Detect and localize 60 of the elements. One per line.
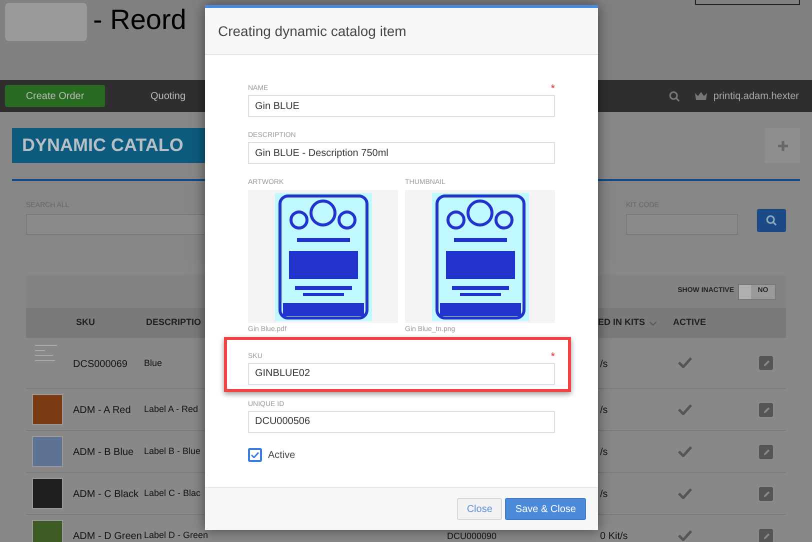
table-cell-text: /s xyxy=(600,446,608,460)
pencil-icon xyxy=(762,448,770,456)
column-header: ACTIVE xyxy=(673,316,706,330)
page-title: DYNAMIC CATALO xyxy=(22,134,184,157)
table-cell-text: DCS000069 xyxy=(73,358,128,372)
checkmark-icon xyxy=(678,488,692,499)
pencil-icon xyxy=(762,490,770,498)
crown-icon xyxy=(694,91,708,101)
checkbox[interactable] xyxy=(248,448,262,462)
edit-button[interactable] xyxy=(759,403,773,417)
edit-button[interactable] xyxy=(759,356,773,370)
chevron-down-icon xyxy=(649,320,658,326)
search-icon xyxy=(766,215,777,226)
table-cell-text: /s xyxy=(600,358,608,372)
nav-button[interactable]: Create Order xyxy=(5,85,105,107)
user-name[interactable]: printiq.adam.hexter xyxy=(713,88,799,104)
edit-button[interactable] xyxy=(759,487,773,501)
close-button[interactable]: Close xyxy=(456,498,502,520)
search-icon[interactable] xyxy=(669,90,680,102)
checkmark-icon xyxy=(678,404,692,415)
table-cell-text: Label C - Blac xyxy=(144,487,201,500)
search-button[interactable] xyxy=(757,209,786,232)
save-button[interactable]: Save & Close xyxy=(505,498,586,520)
text-field[interactable]: Gin BLUE xyxy=(248,95,555,117)
modal-title: Creating dynamic catalog item xyxy=(218,22,406,41)
checkbox-label: Active xyxy=(268,448,296,462)
required-asterisk: * xyxy=(550,85,555,93)
pencil-icon xyxy=(762,406,770,414)
text-field[interactable]: DCU000506 xyxy=(248,410,555,432)
table-cell-text: /s xyxy=(600,404,608,418)
add-button[interactable] xyxy=(765,128,800,163)
checkmark-icon xyxy=(251,452,259,458)
table-cell-text: ADM - C Black xyxy=(73,488,139,502)
pencil-icon xyxy=(762,358,770,368)
nav-button[interactable]: Quoting xyxy=(118,85,218,107)
document-thumbnail xyxy=(35,345,57,361)
edit-button[interactable] xyxy=(759,529,773,542)
table-cell-text: Label B - Blue xyxy=(144,445,201,458)
required-asterisk: * xyxy=(550,352,555,360)
table-cell-text: ADM - D Green xyxy=(73,530,142,542)
column-header[interactable]: ED IN KITS xyxy=(598,316,658,330)
column-header: DESCRIPTIO xyxy=(146,316,202,330)
table-cell-text: Label A - Red xyxy=(144,403,198,416)
checkmark-icon xyxy=(678,530,692,541)
edit-button[interactable] xyxy=(759,445,773,459)
table-cell-text: ADM - A Red xyxy=(73,404,131,418)
pencil-icon xyxy=(762,532,770,540)
table-cell-text: /s xyxy=(600,488,608,502)
checkmark-icon xyxy=(678,446,692,457)
text-field[interactable]: Gin BLUE - Description 750ml xyxy=(248,142,555,164)
checkmark-icon xyxy=(678,357,692,368)
table-cell-text: Blue xyxy=(144,357,162,370)
page-heading: - Reord xyxy=(93,3,186,37)
column-header: SKU xyxy=(76,316,96,330)
table-cell-text: ADM - B Blue xyxy=(73,446,134,460)
plus-icon xyxy=(776,140,788,152)
table-cell-text: 0 Kit/s xyxy=(600,530,628,542)
table-cell: DCU000090 xyxy=(447,531,497,541)
table-cell: Label D - Green xyxy=(144,529,208,542)
text-field[interactable]: GINBLUE02 xyxy=(248,362,555,384)
